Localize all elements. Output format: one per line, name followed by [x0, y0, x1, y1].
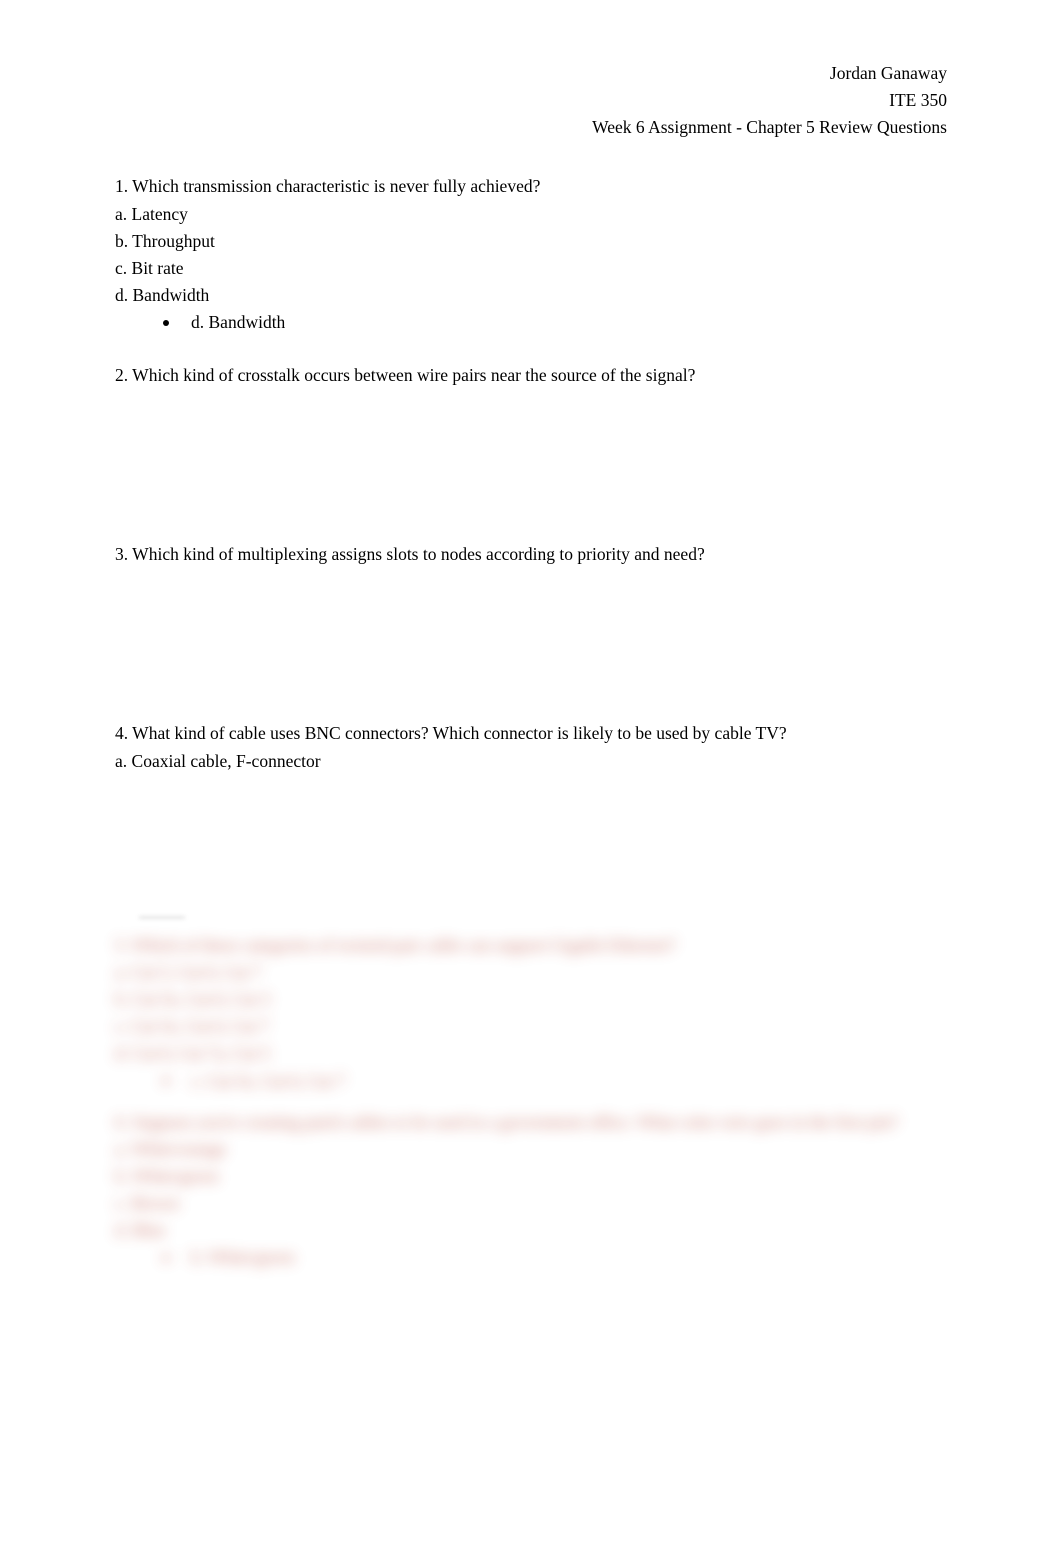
header-course: ITE 350 [115, 87, 947, 114]
q4-option-a: a. Coaxial cable, F-connector [115, 748, 947, 775]
header-name: Jordan Ganaway [115, 60, 947, 87]
q3-prompt: 3. Which kind of multiplexing assigns sl… [115, 541, 947, 568]
bullet-icon [163, 1078, 169, 1084]
q6-answer: b. White/green [191, 1244, 295, 1271]
q1-answer-row: d. Bandwidth [115, 309, 947, 336]
q6-option-c: c. Brown [115, 1190, 947, 1217]
q5-prompt: 5. Which of these categories of twisted-… [115, 932, 947, 959]
bullet-icon [163, 320, 169, 326]
q4-prompt: 4. What kind of cable uses BNC connector… [115, 720, 947, 747]
bullet-icon [163, 1255, 169, 1261]
document-body: 1. Which transmission characteristic is … [115, 173, 947, 1271]
q6-answer-row: b. White/green [115, 1244, 947, 1271]
separator-line [139, 917, 185, 918]
q1-answer: d. Bandwidth [191, 309, 285, 336]
blurred-section: 5. Which of these categories of twisted-… [115, 917, 947, 1272]
q1-option-b: b. Throughput [115, 228, 947, 255]
q6-option-a: a. White/orange [115, 1136, 947, 1163]
q5-option-d: d. Cat 6, Cat 7a, Cat 5 [115, 1040, 947, 1067]
q5-option-c: c. Cat 5e, Cat 6, Cat 7 [115, 1013, 947, 1040]
q5-option-a: a. Cat 5, Cat 6, Cat 7 [115, 959, 947, 986]
q5-answer: c. Cat 5e, Cat 6, Cat 7 [191, 1068, 345, 1095]
q6-prompt: 6. Suppose you're creating patch cables … [115, 1109, 947, 1136]
q1-option-c: c. Bit rate [115, 255, 947, 282]
q5-option-b: b. Cat 5e, Cat 6, Cat 3 [115, 986, 947, 1013]
q6-option-d: d. Blue [115, 1217, 947, 1244]
q5-answer-row: c. Cat 5e, Cat 6, Cat 7 [115, 1068, 947, 1095]
q1-option-d: d. Bandwidth [115, 282, 947, 309]
header-assignment: Week 6 Assignment - Chapter 5 Review Que… [115, 114, 947, 141]
q1-prompt: 1. Which transmission characteristic is … [115, 173, 947, 200]
q2-prompt: 2. Which kind of crosstalk occurs betwee… [115, 362, 947, 389]
q1-option-a: a. Latency [115, 201, 947, 228]
document-header: Jordan Ganaway ITE 350 Week 6 Assignment… [115, 60, 947, 141]
q6-option-b: b. White/green [115, 1163, 947, 1190]
